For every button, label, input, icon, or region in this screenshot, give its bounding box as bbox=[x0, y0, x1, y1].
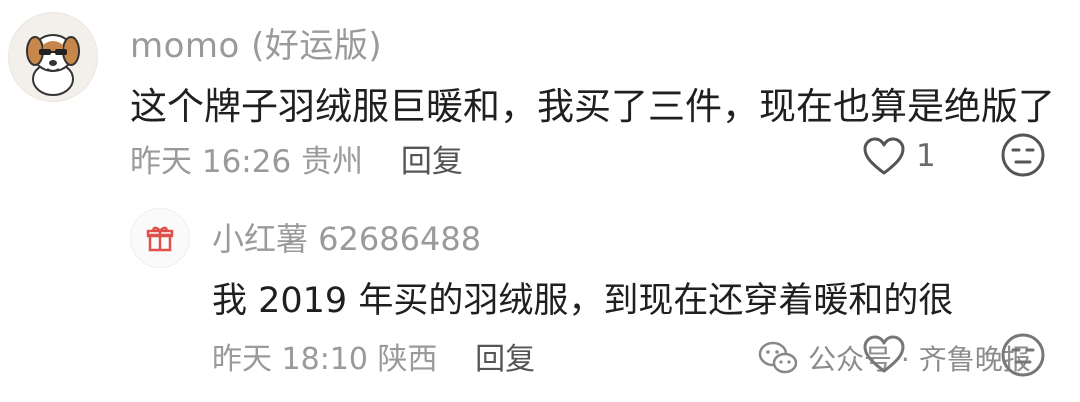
reply-location: 陕西 bbox=[377, 342, 438, 377]
dog-avatar-icon bbox=[26, 34, 80, 96]
wechat-icon bbox=[758, 341, 798, 374]
reply-text: 我 2019 年买的羽绒服，到现在还穿着暖和的很 bbox=[212, 281, 954, 321]
like-count: 1 bbox=[916, 138, 936, 174]
reply-meta: 昨天 18:10 陕西 回复 bbox=[212, 334, 535, 378]
reaction-button[interactable] bbox=[1000, 132, 1046, 182]
reply-reply-button[interactable]: 回复 bbox=[475, 342, 535, 377]
reply-button[interactable]: 回复 bbox=[401, 144, 463, 180]
comment-thread: momo (好运版) 这个牌子羽绒服巨暖和，我买了三件，现在也算是绝版了 昨天 … bbox=[0, 0, 1080, 402]
avatar[interactable] bbox=[8, 12, 98, 102]
gift-icon bbox=[146, 226, 174, 252]
reply-avatar[interactable] bbox=[130, 208, 190, 268]
like-button[interactable]: 1 bbox=[862, 136, 936, 176]
comment-location: 贵州 bbox=[301, 144, 364, 180]
comment-username[interactable]: momo (好运版) bbox=[130, 18, 382, 67]
comment-meta: 昨天 16:26 贵州 回复 bbox=[130, 136, 463, 181]
reply-time: 昨天 18:10 bbox=[212, 342, 368, 377]
watermark-text: 公众号 · 齐鲁晚报 bbox=[808, 343, 1031, 376]
watermark: 公众号 · 齐鲁晚报 bbox=[758, 338, 1031, 378]
comment-text: 这个牌子羽绒服巨暖和，我买了三件，现在也算是绝版了 bbox=[130, 85, 1055, 128]
neutral-face-icon bbox=[1001, 133, 1045, 177]
comment-time: 昨天 16:26 bbox=[130, 144, 292, 180]
reply-username[interactable]: 小红薯 62686488 bbox=[212, 214, 481, 260]
heart-icon bbox=[863, 137, 905, 175]
